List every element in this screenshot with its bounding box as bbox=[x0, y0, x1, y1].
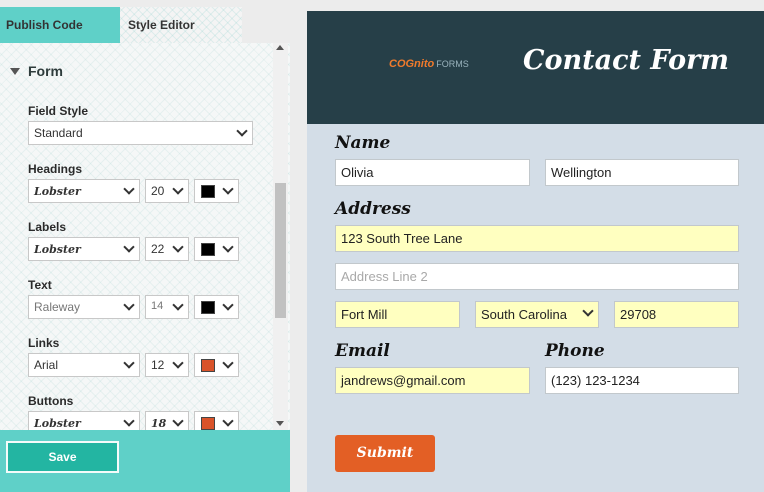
tab-publish-code[interactable]: Publish Code bbox=[0, 7, 120, 43]
field-style-label: Field Style bbox=[28, 104, 89, 118]
links-size-value: 12 bbox=[151, 358, 165, 372]
buttons-label: Buttons bbox=[28, 394, 74, 408]
editor-tabs: Publish Code Style Editor bbox=[0, 0, 290, 43]
text-size-value: 14 bbox=[151, 300, 164, 312]
color-swatch bbox=[201, 185, 215, 198]
logo-suffix: FORMS bbox=[436, 59, 469, 69]
form-header: COGnito FORMS Contact Form bbox=[307, 11, 764, 124]
buttons-size-value: 18 bbox=[151, 417, 167, 430]
phone-input[interactable]: (123) 123-1234 bbox=[545, 367, 739, 394]
chevron-down-icon bbox=[172, 357, 184, 369]
color-swatch bbox=[201, 359, 215, 372]
form-title: Contact Form bbox=[523, 45, 729, 76]
first-name-input[interactable]: Olivia bbox=[335, 159, 530, 186]
chevron-down-icon bbox=[222, 241, 234, 253]
address-line1-input[interactable]: 123 South Tree Lane bbox=[335, 225, 739, 252]
email-input[interactable]: jandrews@gmail.com bbox=[335, 367, 530, 394]
state-value: South Carolina bbox=[481, 307, 567, 322]
labels-color-picker[interactable] bbox=[194, 237, 239, 261]
field-style-value: Standard bbox=[34, 126, 83, 140]
headings-font-select[interactable]: Lobster bbox=[28, 179, 140, 203]
headings-font-value: Lobster bbox=[34, 185, 81, 198]
color-swatch bbox=[201, 301, 215, 314]
panel-scrollbar[interactable] bbox=[273, 43, 288, 430]
chevron-down-icon bbox=[123, 183, 135, 195]
headings-size-select[interactable]: 20 bbox=[145, 179, 189, 203]
chevron-down-icon bbox=[222, 183, 234, 195]
submit-button[interactable]: Submit bbox=[335, 435, 435, 472]
text-font-value: Raleway bbox=[34, 300, 81, 314]
labels-font-select[interactable]: Lobster bbox=[28, 237, 140, 261]
headings-label: Headings bbox=[28, 162, 83, 176]
scroll-up-arrow-icon[interactable] bbox=[276, 45, 284, 50]
text-label: Text bbox=[28, 278, 52, 292]
chevron-down-icon bbox=[172, 299, 184, 311]
style-panel: Form Field Style Standard Headings Lobst… bbox=[0, 43, 290, 430]
scrollbar-thumb[interactable] bbox=[275, 183, 286, 318]
links-size-select[interactable]: 12 bbox=[145, 353, 189, 377]
chevron-down-icon bbox=[123, 299, 135, 311]
field-style-select[interactable]: Standard bbox=[28, 121, 253, 145]
phone-label: Phone bbox=[545, 341, 605, 361]
headings-color-picker[interactable] bbox=[194, 179, 239, 203]
email-label: Email bbox=[335, 341, 390, 361]
buttons-font-select[interactable]: Lobster bbox=[28, 411, 140, 430]
chevron-down-icon bbox=[123, 241, 135, 253]
logo-text: COGnito bbox=[389, 58, 435, 70]
form-section-header[interactable]: Form bbox=[10, 63, 63, 79]
address-line2-placeholder: Address Line 2 bbox=[341, 269, 428, 284]
text-size-select[interactable]: 14 bbox=[145, 295, 189, 319]
links-label: Links bbox=[28, 336, 60, 350]
name-label: Name bbox=[335, 133, 391, 153]
save-bar: Save bbox=[0, 430, 290, 492]
address-label: Address bbox=[335, 199, 411, 219]
text-color-picker[interactable] bbox=[194, 295, 239, 319]
chevron-down-icon bbox=[582, 305, 594, 317]
color-swatch bbox=[201, 417, 215, 430]
labels-size-value: 22 bbox=[151, 242, 165, 256]
headings-size-value: 20 bbox=[151, 184, 165, 198]
color-swatch bbox=[201, 243, 215, 256]
buttons-size-select[interactable]: 18 bbox=[145, 411, 189, 430]
chevron-down-icon bbox=[236, 125, 248, 137]
style-editor-sidebar: Publish Code Style Editor Form Field Sty… bbox=[0, 0, 290, 492]
chevron-down-icon bbox=[172, 241, 184, 253]
last-name-input[interactable]: Wellington bbox=[545, 159, 739, 186]
links-color-picker[interactable] bbox=[194, 353, 239, 377]
chevron-down-icon bbox=[222, 357, 234, 369]
collapse-triangle-icon[interactable] bbox=[10, 67, 20, 75]
scroll-down-arrow-icon[interactable] bbox=[276, 421, 284, 426]
save-button[interactable]: Save bbox=[6, 441, 119, 473]
labels-size-select[interactable]: 22 bbox=[145, 237, 189, 261]
chevron-down-icon bbox=[172, 415, 184, 427]
buttons-font-value: Lobster bbox=[34, 417, 81, 430]
chevron-down-icon bbox=[222, 299, 234, 311]
zip-input[interactable]: 29708 bbox=[614, 301, 739, 328]
links-font-value: Arial bbox=[34, 358, 59, 372]
text-font-select[interactable]: Raleway bbox=[28, 295, 140, 319]
links-font-select[interactable]: Arial bbox=[28, 353, 140, 377]
address-line2-input[interactable]: Address Line 2 bbox=[335, 263, 739, 290]
labels-font-value: Lobster bbox=[34, 243, 81, 256]
state-select[interactable]: South Carolina bbox=[475, 301, 599, 328]
chevron-down-icon bbox=[123, 357, 135, 369]
section-title: Form bbox=[28, 63, 63, 79]
form-preview: COGnito FORMS Contact Form Name Olivia W… bbox=[307, 11, 764, 492]
chevron-down-icon bbox=[172, 183, 184, 195]
tab-style-editor[interactable]: Style Editor bbox=[120, 7, 242, 43]
chevron-down-icon bbox=[222, 415, 234, 427]
labels-label: Labels bbox=[28, 220, 67, 234]
cognito-forms-logo: COGnito FORMS bbox=[389, 58, 469, 70]
buttons-color-picker[interactable] bbox=[194, 411, 239, 430]
chevron-down-icon bbox=[123, 415, 135, 427]
city-input[interactable]: Fort Mill bbox=[335, 301, 460, 328]
